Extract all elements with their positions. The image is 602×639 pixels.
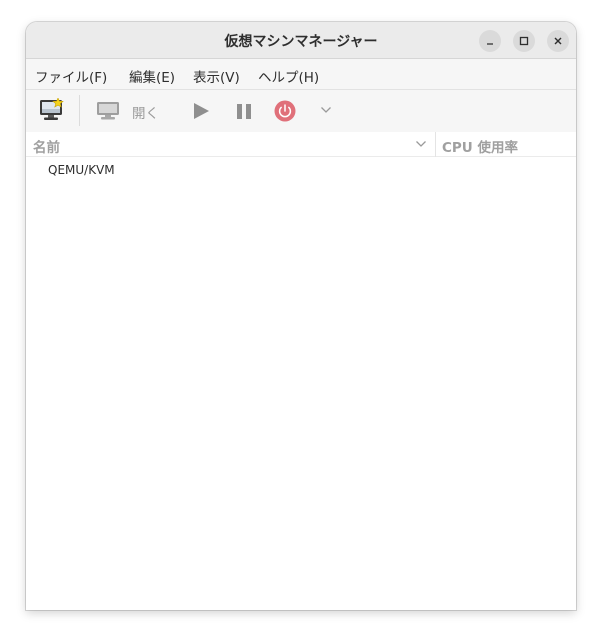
chevron-down-icon[interactable] [320, 106, 332, 114]
app-window: 仮想マシンマネージャー ファイル(F) 編集(E) 表示(V) ヘルプ(H) 開… [26, 22, 576, 610]
menu-edit[interactable]: 編集(E) [129, 66, 175, 86]
sort-chevron-down-icon[interactable] [415, 140, 427, 148]
column-divider[interactable] [435, 132, 436, 157]
close-button[interactable] [547, 30, 569, 52]
monitor-icon[interactable] [96, 101, 120, 121]
maximize-button[interactable] [513, 30, 535, 52]
pause-icon[interactable] [235, 103, 253, 120]
connection-name: QEMU/KVM [48, 163, 115, 177]
list-header: 名前 CPU 使用率 [26, 132, 576, 157]
column-header-name[interactable]: 名前 [33, 136, 60, 156]
play-icon[interactable] [192, 102, 210, 120]
menu-bar: ファイル(F) 編集(E) 表示(V) ヘルプ(H) [26, 59, 576, 90]
power-icon[interactable] [274, 100, 296, 122]
title-bar[interactable]: 仮想マシンマネージャー [26, 22, 576, 59]
minimize-icon [487, 43, 493, 45]
open-button-label[interactable]: 開く [132, 102, 159, 122]
column-header-cpu[interactable]: CPU 使用率 [442, 136, 518, 156]
new-vm-icon[interactable] [39, 98, 65, 122]
minimize-button[interactable] [479, 30, 501, 52]
close-icon [554, 37, 562, 45]
toolbar: 開く [26, 90, 576, 132]
toolbar-separator [79, 95, 80, 126]
list-item[interactable]: QEMU/KVM [26, 160, 576, 182]
menu-view[interactable]: 表示(V) [193, 66, 240, 86]
vm-list[interactable]: QEMU/KVM [26, 157, 576, 610]
menu-help[interactable]: ヘルプ(H) [258, 66, 319, 86]
maximize-icon [519, 36, 529, 46]
menu-file[interactable]: ファイル(F) [35, 66, 107, 86]
